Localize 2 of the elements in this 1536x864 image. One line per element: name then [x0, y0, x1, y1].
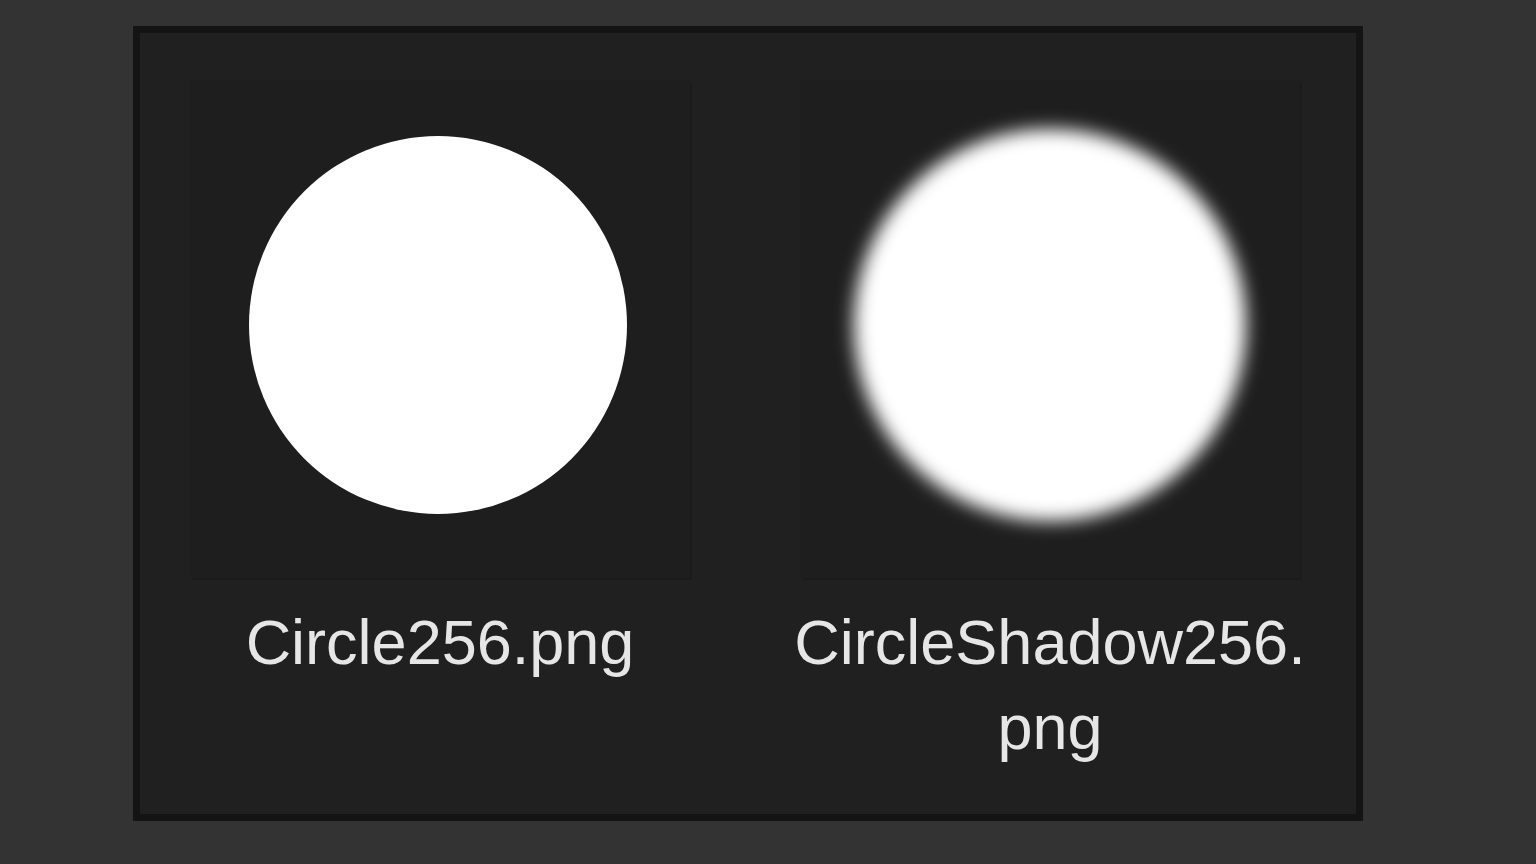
file-name[interactable]: CircleShadow256.png: [780, 600, 1320, 770]
file-name[interactable]: Circle256.png: [170, 600, 710, 685]
